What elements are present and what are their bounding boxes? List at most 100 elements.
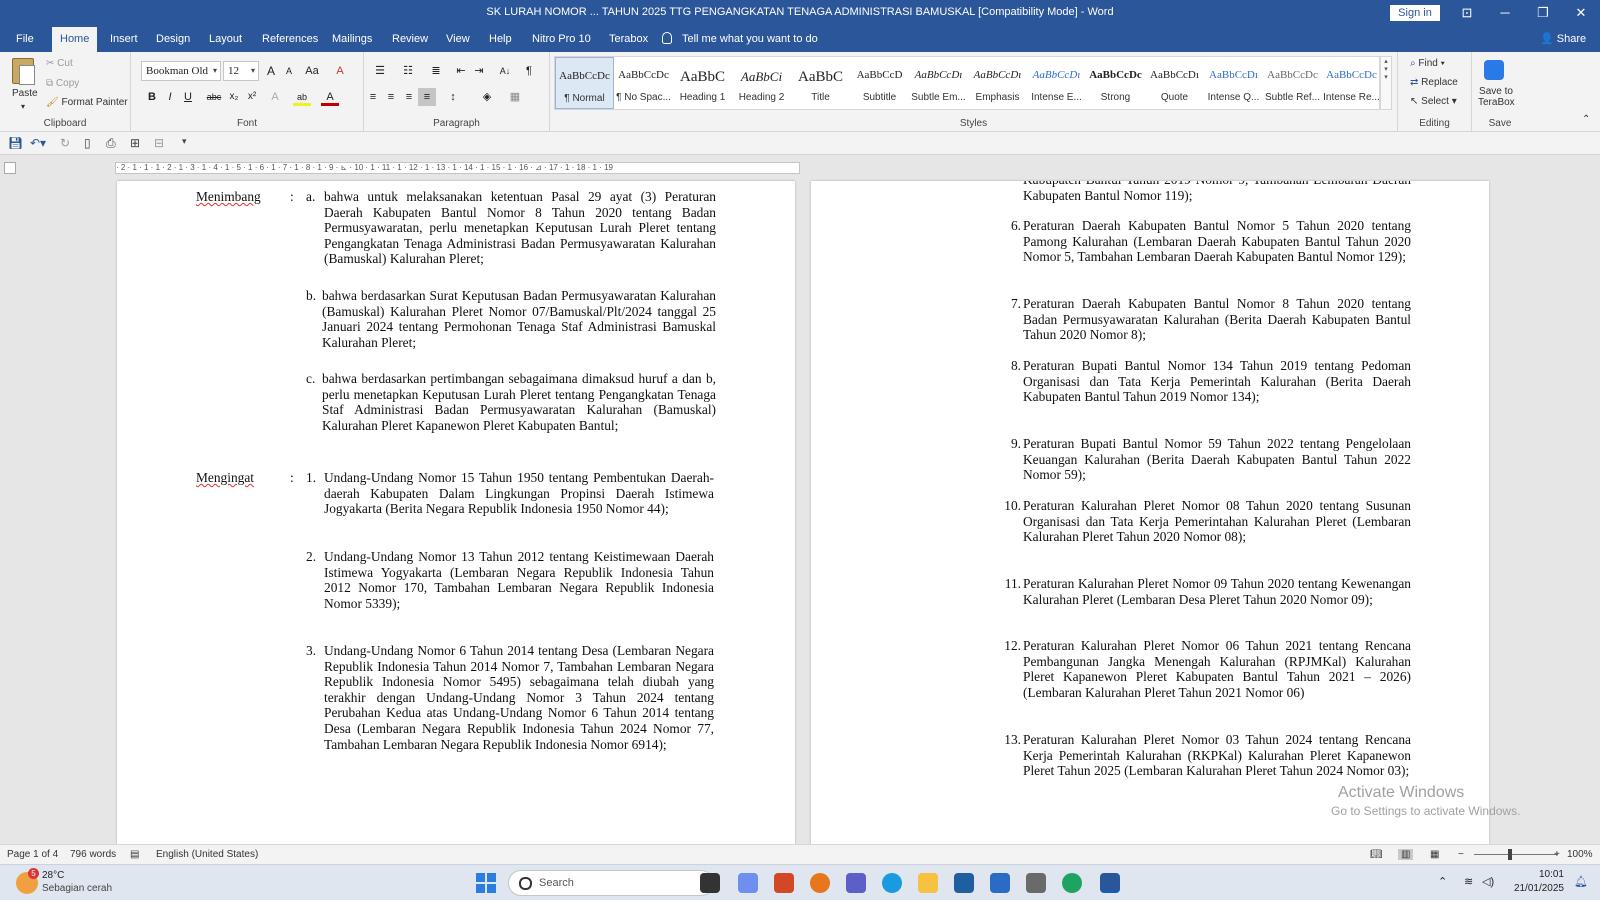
tab-help[interactable]: Help — [481, 27, 520, 52]
chevron-up-icon[interactable]: ⌃ — [1438, 875, 1447, 888]
style-item[interactable]: AaBbCcDı Quote — [1145, 57, 1204, 109]
font-name-box[interactable]: Bookman Old ▾ — [141, 61, 221, 81]
show-marks-button[interactable]: ¶ — [520, 62, 538, 80]
zoom-level[interactable]: 100% — [1567, 849, 1593, 860]
sort-button[interactable]: A↓ — [496, 62, 514, 80]
style-item[interactable]: AaBbCcDı Emphasis — [968, 57, 1027, 109]
touch-mode-icon[interactable]: ⊞ — [130, 136, 140, 150]
style-item[interactable]: AaBbC Title — [791, 57, 850, 109]
firefox-icon[interactable] — [810, 873, 830, 893]
format-painter-button[interactable]: 🖌 Format Painter — [46, 97, 128, 108]
align-right-icon[interactable]: ≡ — [400, 88, 418, 106]
style-item[interactable]: AaBbCcDc Intense Re... — [1322, 57, 1381, 109]
ribbon-display-icon[interactable]: ⊡ — [1452, 4, 1482, 22]
word-count[interactable]: 796 words — [70, 849, 116, 860]
chrome-icon[interactable] — [1062, 873, 1082, 893]
notification-bell-icon[interactable]: 🔔︎ — [1574, 875, 1588, 888]
customize-qat-icon[interactable]: ▾ — [182, 136, 187, 147]
teams-icon[interactable] — [846, 873, 866, 893]
customize-icon[interactable]: ⊟ — [154, 136, 164, 150]
tab-mailings[interactable]: Mailings — [324, 27, 380, 52]
change-case-button[interactable]: Aa — [301, 62, 323, 80]
shading-icon[interactable]: ◈ — [476, 88, 498, 106]
file-explorer-icon[interactable] — [918, 873, 938, 893]
weather-temperature[interactable]: 28°C — [42, 870, 64, 881]
read-mode-icon[interactable]: 📖︎ — [1370, 849, 1383, 860]
clear-formatting-button[interactable]: A — [331, 62, 349, 80]
copilot-icon[interactable] — [738, 873, 758, 893]
tab-view[interactable]: View — [438, 27, 478, 52]
style-item[interactable]: AaBbCcDc ¶ Normal — [555, 57, 614, 109]
language-status[interactable]: English (United States) — [156, 849, 258, 860]
save-icon[interactable]: 💾︎ — [8, 136, 23, 150]
windows-start-icon[interactable] — [476, 873, 496, 893]
multilevel-list-icon[interactable]: ≣ — [424, 62, 448, 80]
style-item[interactable]: AaBbCcDc Strong — [1086, 57, 1145, 109]
align-center-icon[interactable]: ≡ — [382, 88, 400, 106]
tab-review[interactable]: Review — [384, 27, 436, 52]
underline-button[interactable]: U — [179, 88, 197, 106]
style-item[interactable]: AaBbCcDc Subtle Ref... — [1263, 57, 1322, 109]
word-icon[interactable] — [1100, 873, 1120, 893]
style-item[interactable]: AaBbCcD Subtitle — [850, 57, 909, 109]
share-button[interactable]: 👤 Share — [1540, 27, 1586, 52]
style-item[interactable]: AaBbCcDı Subtle Em... — [909, 57, 968, 109]
style-item[interactable]: AaBbCcDı Intense E... — [1027, 57, 1086, 109]
style-item[interactable]: AaBbC Heading 1 — [673, 57, 732, 109]
find-button[interactable]: ⌕ Find ▾ — [1410, 58, 1445, 69]
weather-description[interactable]: Sebagian cerah — [42, 883, 112, 894]
shrink-font-button[interactable]: A — [280, 62, 298, 80]
tab-design[interactable]: Design — [148, 27, 198, 52]
tab-nitro[interactable]: Nitro Pro 10 — [524, 27, 599, 52]
close-button[interactable]: ✕ — [1566, 4, 1596, 22]
strikethrough-button[interactable]: abc — [203, 88, 225, 106]
highlight-button[interactable]: ab — [293, 88, 311, 106]
print-layout-icon[interactable]: ▥ — [1398, 849, 1414, 860]
replace-button[interactable]: ⇄ Replace — [1410, 77, 1458, 88]
grow-font-button[interactable]: A — [262, 62, 280, 80]
subscript-button[interactable]: x₂ — [225, 88, 243, 106]
tab-layout[interactable]: Layout — [201, 27, 250, 52]
numbering-icon[interactable]: ☷ — [396, 62, 420, 80]
style-item[interactable]: AaBbCi Heading 2 — [732, 57, 791, 109]
taskbar-search[interactable]: Search — [508, 870, 714, 896]
borders-icon[interactable]: ▦ — [504, 88, 526, 106]
zoom-out-icon[interactable]: − — [1458, 849, 1464, 860]
bold-button[interactable]: B — [143, 88, 161, 106]
zoom-in-icon[interactable]: + — [1554, 849, 1560, 860]
zoom-slider[interactable] — [1474, 854, 1558, 855]
line-spacing-icon[interactable]: ↕ — [442, 88, 464, 106]
redo-icon[interactable]: ↻ — [60, 136, 70, 150]
print-preview-icon[interactable]: ⎙ — [106, 136, 116, 151]
mail-icon[interactable] — [990, 873, 1010, 893]
undo-icon[interactable]: ↶▾ — [30, 136, 46, 150]
sign-in-button[interactable]: Sign in — [1390, 5, 1440, 21]
new-document-icon[interactable]: ▯ — [84, 136, 91, 150]
tab-file[interactable]: File — [8, 27, 42, 52]
superscript-button[interactable]: x² — [243, 88, 261, 106]
tab-home[interactable]: Home — [52, 27, 98, 52]
justify-icon[interactable]: ≡ — [418, 88, 436, 106]
style-item[interactable]: AaBbCcDc ¶ No Spac... — [614, 57, 673, 109]
styles-scroll[interactable]: ▴ ▾ ▾ — [1380, 56, 1392, 110]
proofing-icon[interactable]: ▤ — [130, 849, 139, 860]
paste-icon[interactable] — [12, 58, 35, 85]
font-color-button[interactable]: A — [321, 88, 339, 106]
page-count[interactable]: Page 1 of 4 — [7, 849, 58, 860]
increase-indent-icon[interactable]: ⇥ — [470, 62, 488, 80]
task-view-icon[interactable] — [700, 873, 720, 893]
camera-icon[interactable] — [1026, 873, 1046, 893]
office-app-icon[interactable] — [774, 873, 794, 893]
system-clock[interactable]: 10:01 21/01/2025 — [1504, 868, 1564, 896]
cut-button[interactable]: ✂ Cut — [46, 58, 73, 69]
tab-selector[interactable] — [4, 162, 16, 174]
italic-button[interactable]: I — [161, 88, 179, 106]
document-page-1[interactable]: Menimbang : a. bahwa untuk melaksanakan … — [117, 181, 795, 844]
zoom-slider-thumb[interactable] — [1508, 849, 1512, 860]
tab-references[interactable]: References — [254, 27, 326, 52]
text-effects-button[interactable]: A — [266, 88, 284, 106]
copy-button[interactable]: ⧉ Copy — [46, 78, 79, 89]
select-button[interactable]: ↖ Select ▾ — [1410, 96, 1457, 107]
paste-button[interactable]: Paste — [12, 88, 38, 99]
paste-dropdown-icon[interactable]: ▾ — [21, 102, 25, 111]
